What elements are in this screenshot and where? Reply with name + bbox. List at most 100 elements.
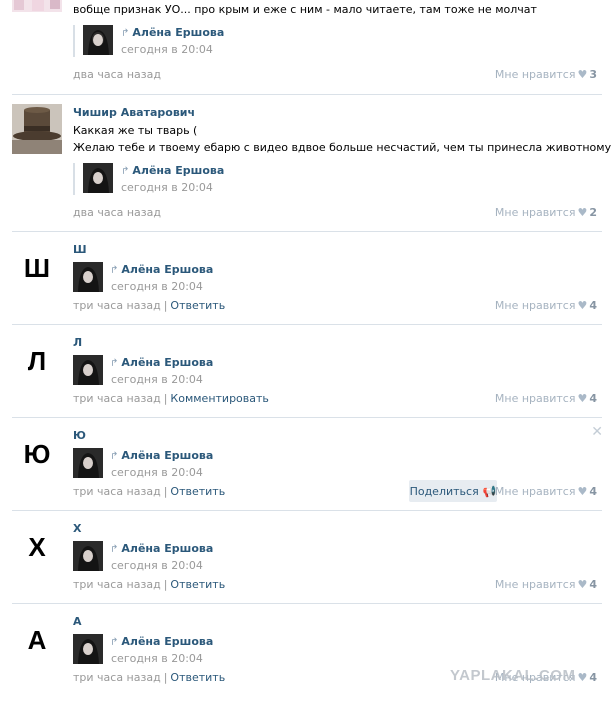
heart-icon: ♥: [577, 671, 588, 684]
girl-photo-icon: [73, 448, 103, 478]
comment-chishir: Чишир Аватарович Каккая же ты тварь ( Же…: [0, 95, 612, 231]
post-meta: три часа назад | Ответить: [73, 299, 225, 312]
post-time-text[interactable]: три часа назад: [73, 392, 161, 405]
reply-link[interactable]: Ответить: [170, 671, 225, 684]
repost-thumbnail[interactable]: [73, 262, 103, 292]
top-post: вобще признак УО... про крым и еже с ним…: [0, 0, 612, 94]
repost-date[interactable]: сегодня в 20:04: [121, 181, 213, 194]
like-label: Мне нравится: [494, 206, 576, 219]
meta-divider: |: [163, 671, 168, 684]
heart-icon: ♥: [577, 578, 588, 591]
like-count: 4: [589, 671, 597, 684]
repost-date[interactable]: сегодня в 20:04: [111, 280, 203, 293]
repost-date[interactable]: сегодня в 20:04: [111, 466, 203, 479]
repost-thumbnail[interactable]: [83, 163, 113, 193]
repost-author-name[interactable]: Алёна Ершова: [121, 449, 213, 462]
repost-date[interactable]: сегодня в 20:04: [111, 559, 203, 572]
letter-avatar[interactable]: Ш: [12, 243, 62, 293]
repost-thumbnail[interactable]: [73, 448, 103, 478]
repost-author-name[interactable]: Алёна Ершова: [121, 263, 213, 276]
repost-author-name[interactable]: Алёна Ершова: [121, 635, 213, 648]
reply-link[interactable]: Ответить: [170, 578, 225, 591]
meta-divider: |: [163, 578, 168, 591]
repost-block: ↱ Алёна Ершова сегодня в 20:04: [73, 634, 273, 666]
share-button[interactable]: Поделиться 📢: [409, 480, 497, 502]
letter-avatar[interactable]: Л: [12, 336, 62, 386]
comment-author[interactable]: Л: [73, 336, 82, 349]
repost-author-name[interactable]: Алёна Ершова: [121, 356, 213, 369]
post-time-text[interactable]: три часа назад: [73, 485, 161, 498]
heart-icon: ♥: [577, 206, 588, 219]
post-meta: три часа назад | Ответить: [73, 485, 225, 498]
watermark: YAPLAKAL.COM: [450, 667, 576, 684]
repost-date[interactable]: сегодня в 20:04: [111, 652, 203, 665]
close-icon[interactable]: ✕: [591, 424, 603, 440]
post-meta: три часа назад | Ответить: [73, 578, 225, 591]
repost-arrow-icon: ↱: [110, 451, 119, 462]
repost-author-name[interactable]: Алёна Ершова: [132, 164, 224, 177]
repost-author-name[interactable]: Алёна Ершова: [132, 26, 224, 39]
letter-post-l: Л Л ↱ Алёна Ершова сегодня в 20:04 три ча…: [0, 325, 612, 417]
repost-thumbnail[interactable]: [73, 355, 103, 385]
comment-author[interactable]: А: [73, 615, 82, 628]
repost-arrow-icon: ↱: [110, 358, 119, 369]
repost-author[interactable]: ↱ Алёна Ершова: [110, 635, 213, 648]
heart-icon: ♥: [577, 299, 588, 312]
post-time-text[interactable]: два часа назад: [73, 68, 161, 81]
repost-block: ↱ Алёна Ершова сегодня в 20:04: [73, 25, 273, 57]
comment-link[interactable]: Комментировать: [170, 392, 268, 405]
comment-author[interactable]: Ю: [73, 429, 86, 442]
repost-author[interactable]: ↱ Алёна Ершова: [121, 164, 224, 177]
repost-arrow-icon: ↱: [110, 637, 119, 648]
repost-author[interactable]: ↱ Алёна Ершова: [110, 263, 213, 276]
repost-arrow-icon: ↱: [121, 28, 130, 39]
like-button[interactable]: Мне нравится ♥ 4: [495, 392, 597, 405]
letter-post-sh: Ш Ш ↱ Алёна Ершова сегодня в 20:04 три ча…: [0, 232, 612, 324]
letter-post-a: А А ↱ Алёна Ершова сегодня в 20:04 три ча…: [0, 604, 612, 708]
like-count: 2: [589, 206, 597, 219]
repost-author[interactable]: ↱ Алёна Ершова: [110, 356, 213, 369]
repost-author[interactable]: ↱ Алёна Ершова: [110, 542, 213, 555]
repost-thumbnail[interactable]: [73, 634, 103, 664]
letter-post-kh: Х Х ↱ Алёна Ершова сегодня в 20:04 три ча…: [0, 511, 612, 603]
post-time[interactable]: два часа назад: [73, 206, 161, 219]
reply-link[interactable]: Ответить: [170, 299, 225, 312]
comment-author[interactable]: Х: [73, 522, 81, 535]
letter-post-yu: ✕ Ю Ю ↱ Алёна Ершова сегодня в 20:04 три …: [0, 418, 612, 510]
repost-thumbnail[interactable]: [83, 25, 113, 55]
post-time-text[interactable]: три часа назад: [73, 578, 161, 591]
author-avatar[interactable]: [12, 104, 62, 154]
post-time-text[interactable]: два часа назад: [73, 206, 161, 219]
letter-avatar[interactable]: Ю: [12, 429, 62, 479]
author-avatar[interactable]: [12, 0, 62, 12]
comment-author[interactable]: Ш: [73, 243, 87, 256]
repost-author[interactable]: ↱ Алёна Ершова: [121, 26, 224, 39]
like-button[interactable]: Мне нравится ♥ 4: [495, 299, 597, 312]
post-time-text[interactable]: три часа назад: [73, 671, 161, 684]
letter-avatar[interactable]: Х: [12, 522, 62, 572]
like-label: Мне нравится: [494, 485, 576, 498]
girl-photo-icon: [73, 262, 103, 292]
girl-photo-icon: [83, 25, 113, 55]
comment-author[interactable]: Чишир Аватарович: [73, 106, 195, 119]
post-text: вобще признак УО... про крым и еже с ним…: [73, 3, 537, 16]
reply-link[interactable]: Ответить: [170, 485, 225, 498]
like-button[interactable]: Мне нравится ♥ 2: [495, 206, 597, 219]
girl-photo-icon: [73, 541, 103, 571]
meta-divider: |: [163, 485, 168, 498]
post-time[interactable]: два часа назад: [73, 68, 161, 81]
repost-date[interactable]: сегодня в 20:04: [121, 43, 213, 56]
comment-line-2: Желаю тебе и твоему ебарю с видео вдвое …: [73, 141, 612, 154]
post-time-text[interactable]: три часа назад: [73, 299, 161, 312]
hat-avatar-icon: [12, 104, 62, 154]
repost-author-name[interactable]: Алёна Ершова: [121, 542, 213, 555]
letter-avatar[interactable]: А: [12, 615, 62, 665]
like-button[interactable]: Мне нравится ♥ 3: [495, 68, 597, 81]
like-button[interactable]: Мне нравится ♥ 4: [495, 578, 597, 591]
like-button[interactable]: Мне нравится ♥ 4: [495, 485, 597, 498]
comment-line-1: Каккая же ты тварь (: [73, 124, 198, 137]
repost-date[interactable]: сегодня в 20:04: [111, 373, 203, 386]
repost-author[interactable]: ↱ Алёна Ершова: [110, 449, 213, 462]
like-count: 4: [589, 485, 597, 498]
repost-thumbnail[interactable]: [73, 541, 103, 571]
